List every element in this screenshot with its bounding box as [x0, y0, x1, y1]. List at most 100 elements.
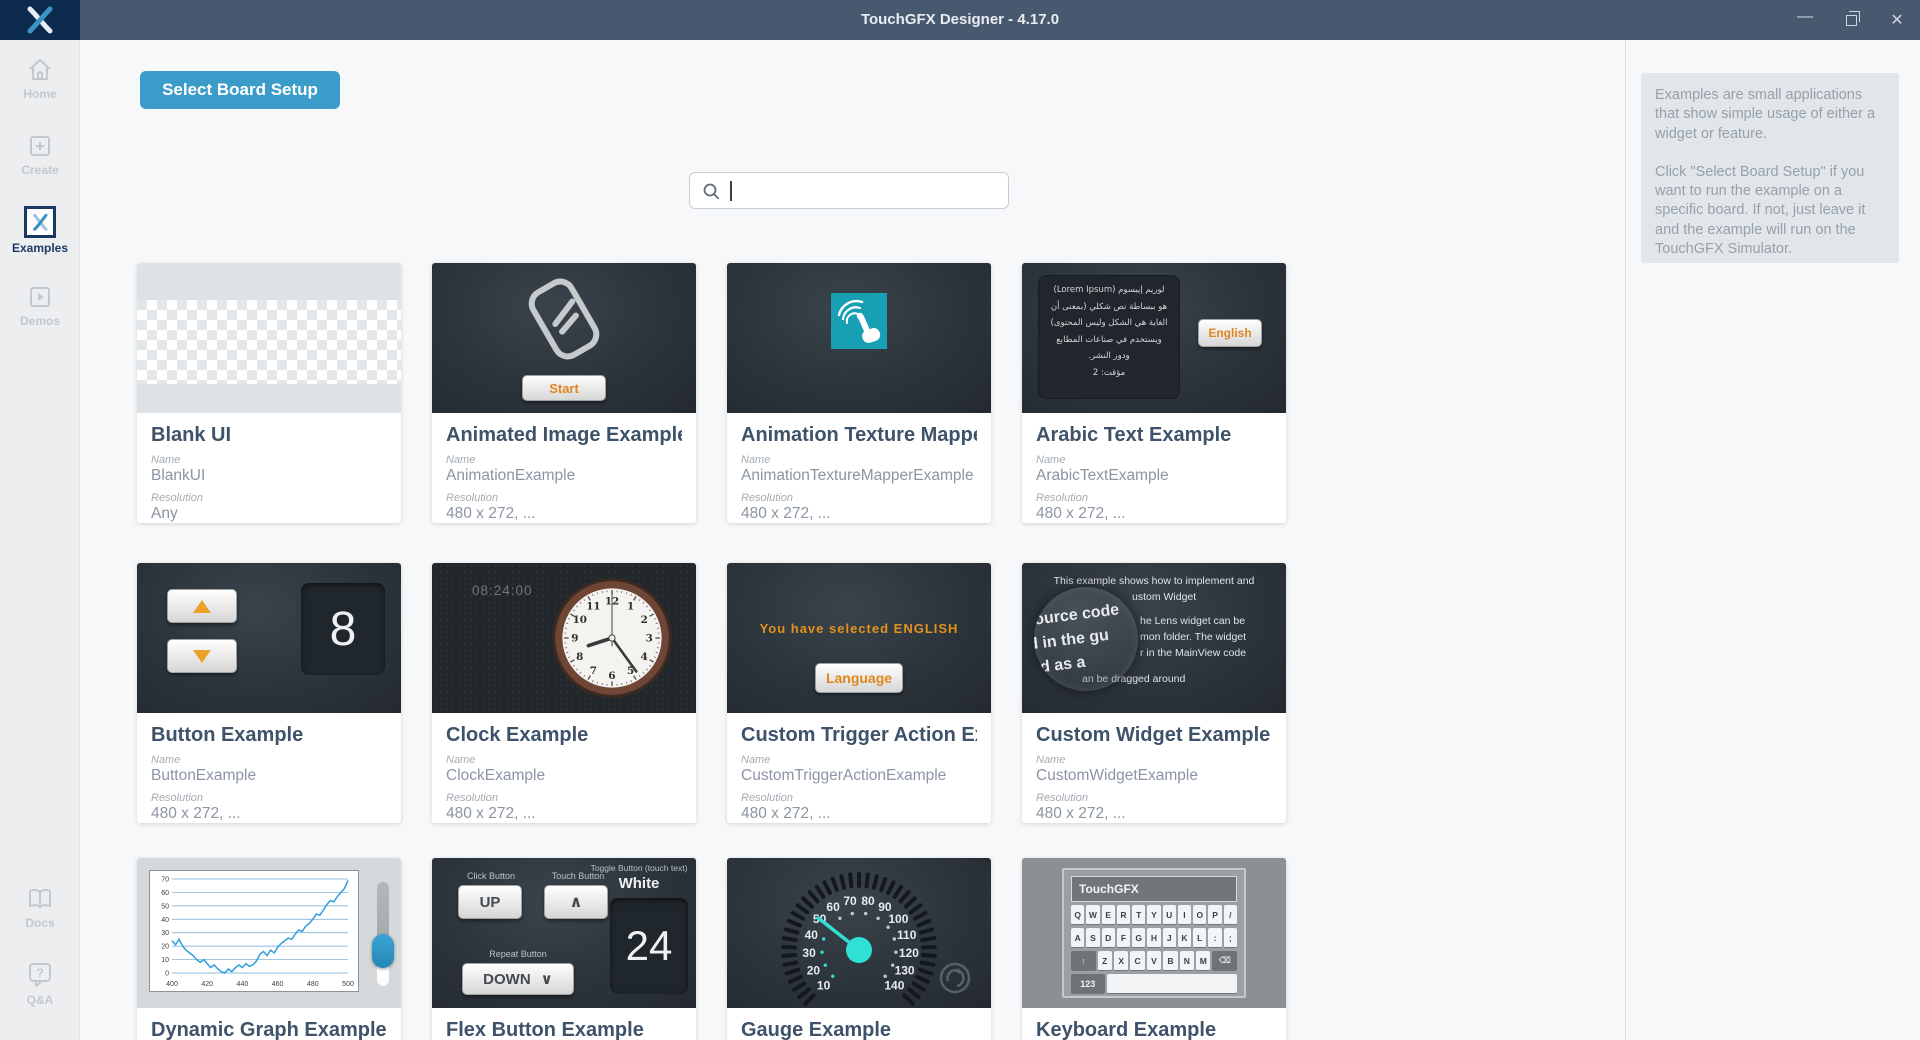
close-icon: ✕ [1890, 10, 1903, 30]
svg-text:0: 0 [165, 971, 169, 978]
examples-icon [24, 206, 56, 238]
select-board-setup-button[interactable]: Select Board Setup [140, 71, 340, 109]
svg-text:440: 440 [237, 981, 249, 988]
resolution-value: 480 x 272, ... [446, 505, 682, 523]
svg-text:20: 20 [807, 964, 821, 978]
thumbnail-keyboard: TouchGFX QWERTYUIOP/ASDFGHJKL:;↑ZXCVBNM⌫… [1022, 858, 1286, 1008]
widget-text-line: mon folder. The widget [1140, 629, 1246, 645]
toggle-state-text: White [584, 875, 694, 892]
down-button-image [167, 639, 237, 673]
resolution-label: Resolution [446, 492, 682, 504]
example-card-keyboard[interactable]: TouchGFX QWERTYUIOP/ASDFGHJKL:;↑ZXCVBNM⌫… [1022, 858, 1286, 1040]
resolution-value: 480 x 272, ... [446, 805, 682, 823]
name-label: Name [446, 454, 682, 466]
svg-text:2: 2 [641, 614, 648, 626]
digital-time-text: 08:24:00 [472, 583, 533, 598]
card-title: Gauge Example [741, 1019, 977, 1040]
sidebar-item-demos[interactable]: Demos [0, 283, 80, 328]
svg-text:4: 4 [641, 651, 648, 663]
example-card-custom-trigger[interactable]: You have selected ENGLISH Language Custo… [727, 563, 991, 823]
sidebar-item-home[interactable]: Home [0, 56, 80, 101]
sidebar-label-qa: Q&A [27, 993, 54, 1007]
sidebar-item-docs[interactable]: Docs [0, 885, 80, 930]
up-button-image: UP [458, 885, 522, 919]
svg-text:60: 60 [826, 900, 840, 914]
example-card-blank-ui[interactable]: Blank UI Name BlankUI Resolution Any [137, 263, 401, 523]
thumbnail-blank-ui [137, 263, 401, 413]
example-card-button[interactable]: 8 Button Example Name ButtonExample Reso… [137, 563, 401, 823]
name-value: ButtonExample [151, 767, 387, 785]
selected-language-text: You have selected ENGLISH [727, 621, 991, 636]
svg-text:60: 60 [161, 890, 169, 897]
arabic-line: هو ببساطة نص شكلي (بمعنى أن [1047, 299, 1171, 316]
example-card-animated-image[interactable]: Start Animated Image Example Name Animat… [432, 263, 696, 523]
thumbnail-custom-trigger: You have selected ENGLISH Language [727, 563, 991, 713]
resolution-value: 480 x 272, ... [151, 805, 387, 823]
sidebar-item-create[interactable]: Create [0, 132, 80, 177]
svg-text:460: 460 [272, 981, 284, 988]
touchgfx-x-icon [25, 6, 55, 34]
card-title: Blank UI [151, 424, 387, 447]
resolution-label: Resolution [1036, 792, 1272, 804]
widget-text-line: r in the MainView code [1140, 645, 1246, 661]
close-button[interactable]: ✕ [1874, 0, 1920, 40]
up-button-image [167, 589, 237, 623]
toggle-button-label: Toggle Button (touch text) [584, 863, 694, 873]
card-title: Animated Image Example [446, 424, 682, 447]
example-card-dynamic-graph[interactable]: 706050403020100400420440460480500 Dynami… [137, 858, 401, 1040]
example-card-clock[interactable]: 08:24:00 123456789101112 Clock Example N… [432, 563, 696, 823]
svg-text:100: 100 [888, 912, 908, 926]
svg-text:?: ? [36, 966, 43, 980]
name-label: Name [151, 454, 387, 466]
card-title: Custom Widget Example [1036, 724, 1272, 747]
lens-widget: source code d in the gu ed as a [1034, 587, 1138, 691]
sidebar-item-examples[interactable]: Examples [0, 206, 80, 255]
svg-text:130: 130 [895, 964, 915, 978]
svg-text:10: 10 [573, 614, 587, 626]
svg-text:420: 420 [201, 981, 213, 988]
card-title: Custom Trigger Action Exa... [741, 724, 977, 747]
name-value: CustomWidgetExample [1036, 767, 1272, 785]
widget-text-line: This example shows how to implement and [1022, 573, 1286, 589]
example-card-arabic-text[interactable]: لوريم إيبسوم (Lorem Ipsum) هو ببساطة نص … [1022, 263, 1286, 523]
demos-icon [25, 283, 55, 311]
svg-text:1: 1 [627, 600, 634, 612]
search-input[interactable] [689, 172, 1009, 209]
graph-plot-svg: 706050403020100400420440460480500 [150, 871, 356, 989]
restore-icon [1846, 15, 1857, 26]
thumbnail-clock: 08:24:00 123456789101112 [432, 563, 696, 713]
restore-button[interactable] [1828, 0, 1874, 40]
name-value: AnimationExample [446, 467, 682, 485]
example-card-flex-button[interactable]: Click Button UP Touch Button ∧ Toggle Bu… [432, 858, 696, 1040]
svg-text:120: 120 [899, 946, 919, 960]
svg-text:40: 40 [161, 917, 169, 924]
thumbnail-gauge: 102030405060708090100110120130140 [727, 858, 991, 1008]
up-triangle-icon [193, 600, 211, 613]
name-value: CustomTriggerActionExample [741, 767, 977, 785]
name-value: ClockExample [446, 767, 682, 785]
example-card-gauge[interactable]: 102030405060708090100110120130140 Gauge … [727, 858, 991, 1040]
repeat-button-label: Repeat Button [468, 949, 568, 959]
example-card-custom-widget[interactable]: This example shows how to implement and … [1022, 563, 1286, 823]
name-label: Name [1036, 754, 1272, 766]
title-bar: TouchGFX Designer - 4.17.0 — ✕ [0, 0, 1920, 40]
search-icon [702, 182, 720, 200]
svg-text:10: 10 [161, 957, 169, 964]
svg-text:500: 500 [342, 981, 354, 988]
thumbnail-button-example: 8 [137, 563, 401, 713]
svg-text:40: 40 [805, 928, 819, 942]
name-label: Name [151, 754, 387, 766]
resolution-value: 480 x 272, ... [1036, 505, 1272, 523]
sidebar-item-qa[interactable]: ? Q&A [0, 960, 80, 1007]
example-card-texture-mapper[interactable]: Animation Texture Mapper... Name Animati… [727, 263, 991, 523]
keyboard-panel: TouchGFX QWERTYUIOP/ASDFGHJKL:;↑ZXCVBNM⌫… [1062, 868, 1246, 998]
svg-text:20: 20 [161, 944, 169, 951]
svg-text:7: 7 [590, 665, 597, 677]
name-label: Name [1036, 454, 1272, 466]
resolution-label: Resolution [151, 792, 387, 804]
arabic-line: ودور النشر. [1047, 348, 1171, 365]
svg-text:50: 50 [161, 903, 169, 910]
resolution-label: Resolution [151, 492, 387, 504]
start-button-image: Start [522, 375, 606, 401]
minimize-button[interactable]: — [1782, 0, 1828, 40]
